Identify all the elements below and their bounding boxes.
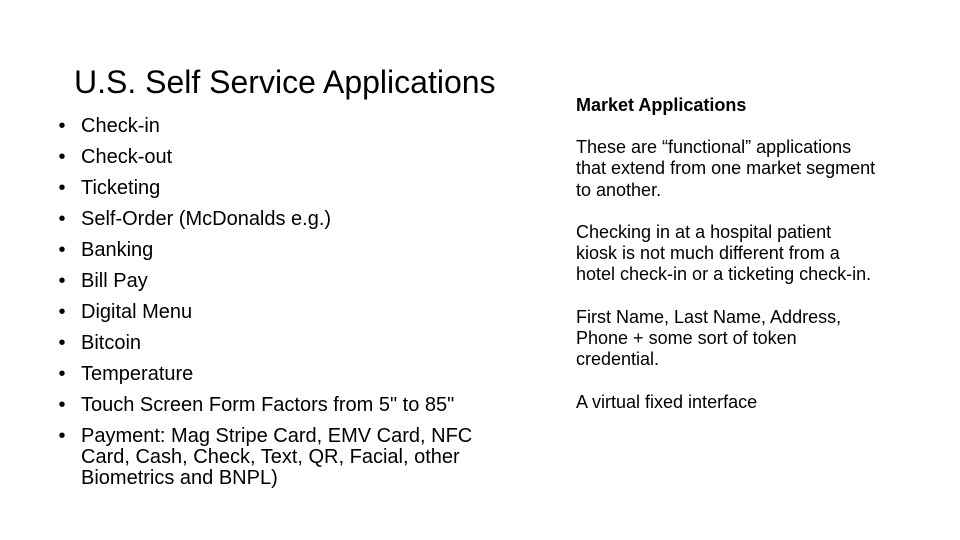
bullet-icon: • [58, 115, 66, 137]
list-item-text: Digital Menu [81, 301, 193, 323]
market-applications-heading: Market Applications [576, 95, 747, 115]
list-item: • Check-in [56, 116, 516, 137]
list-item-text: Touch Screen Form Factors from 5" to 85" [81, 394, 455, 416]
list-item-text: Bill Pay [81, 270, 148, 292]
list-item: • Self-Order (McDonalds e.g.) [56, 209, 516, 230]
list-item-text: Self-Order (McDonalds e.g.) [81, 208, 332, 230]
list-item: • Ticketing [56, 178, 516, 199]
list-item: • Temperature [56, 364, 516, 385]
bullet-list: • Check-in • Check-out • Ticketing • Self-Or… [56, 116, 516, 499]
paragraph-virtual-interface: A virtual fixed interface [576, 391, 758, 412]
bullet-icon: • [58, 394, 66, 416]
bullet-icon: • [58, 301, 66, 323]
bullet-icon: • [58, 208, 66, 230]
list-item: • Check-out [56, 147, 516, 168]
list-item: • Banking [56, 240, 516, 261]
list-item: • Bitcoin [56, 333, 516, 354]
bullet-icon: • [58, 270, 66, 292]
list-item-text: Banking [81, 239, 154, 261]
list-item: • Payment: Mag Stripe Card, EMV Card, NFC… [56, 426, 516, 489]
paragraph-checking-in: Checking in at a hospital patient kiosk … [576, 221, 872, 285]
bullet-icon: • [58, 239, 66, 261]
list-item-text: Check-in [81, 115, 160, 137]
paragraph-credentials: First Name, Last Name, Address, Phone + … [576, 306, 842, 370]
bullet-icon: • [58, 363, 66, 385]
slide-title: U.S. Self Service Applications [74, 64, 496, 100]
bullet-icon: • [58, 425, 66, 447]
bullet-icon: • [58, 146, 66, 168]
bullet-icon: • [58, 332, 66, 354]
paragraph-functional: These are “functional” applications that… [576, 137, 876, 200]
bullet-icon: • [58, 177, 66, 199]
market-applications-panel: Market Applications These are “functiona… [576, 94, 876, 434]
list-item-text: Bitcoin [81, 332, 142, 354]
list-item-text: Temperature [81, 363, 194, 385]
list-item: • Touch Screen Form Factors from 5" to 85… [56, 395, 516, 416]
list-item: • Digital Menu [56, 302, 516, 323]
list-item-text: Ticketing [81, 177, 161, 199]
list-item-text: Payment: Mag Stripe Card, EMV Card, NFC … [81, 425, 473, 489]
list-item: • Bill Pay [56, 271, 516, 292]
list-item-text: Check-out [81, 146, 173, 168]
